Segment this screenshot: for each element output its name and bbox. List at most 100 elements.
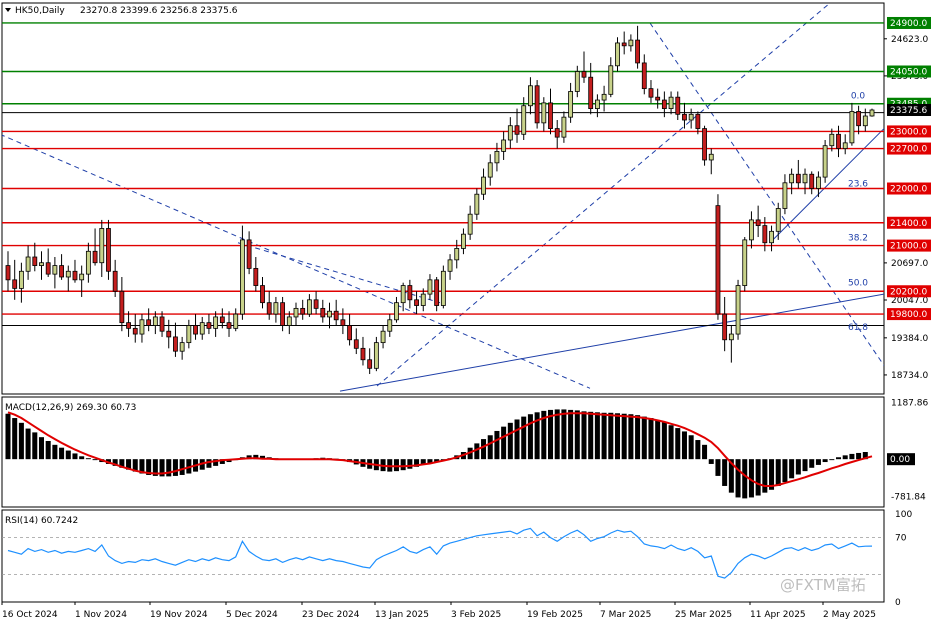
- candle-body: [106, 228, 111, 272]
- candle-body: [112, 270, 118, 292]
- candle-body: [199, 322, 205, 335]
- candle-body: [146, 319, 152, 326]
- macd-bar: [635, 415, 641, 460]
- candle-body: [99, 228, 105, 264]
- candle-body: [414, 299, 419, 306]
- candle-body: [648, 88, 654, 98]
- candle-body: [849, 111, 855, 144]
- level-badge-label: 21000.0: [890, 242, 927, 252]
- date-tick-label: 19 Feb 2025: [527, 610, 583, 620]
- candle-body: [25, 256, 31, 272]
- candle-body: [253, 268, 259, 286]
- candle-body: [507, 125, 513, 141]
- candle-body: [427, 279, 433, 295]
- candle-body: [534, 85, 540, 124]
- macd-bar: [45, 441, 51, 460]
- candle-body: [45, 262, 51, 275]
- candle[interactable]: [869, 108, 875, 117]
- candle-body: [233, 313, 239, 329]
- macd-bar: [815, 459, 821, 465]
- candle-body: [735, 285, 741, 335]
- candle-body: [789, 173, 795, 184]
- macd-bar: [561, 409, 567, 460]
- macd-bar: [702, 444, 708, 460]
- candle-body: [166, 330, 172, 338]
- candle-body: [18, 270, 24, 289]
- macd-bar: [614, 413, 620, 460]
- date-tick-label: 13 Jan 2025: [375, 610, 429, 620]
- candle[interactable]: [106, 219, 111, 280]
- candle-body: [306, 299, 312, 315]
- candle-body: [668, 96, 674, 109]
- macd-bar: [514, 419, 520, 460]
- candle-body: [641, 62, 647, 90]
- candle-body: [313, 299, 319, 309]
- symbol-label: HK50,Daily: [15, 6, 65, 16]
- candle-body: [92, 250, 98, 264]
- candle-body: [340, 319, 346, 326]
- candle-body: [615, 42, 620, 67]
- macd-bar: [722, 459, 728, 486]
- candle-body: [467, 213, 473, 235]
- candle-body: [588, 76, 594, 109]
- macd-bar: [621, 413, 627, 460]
- macd-bar: [688, 435, 694, 460]
- candle[interactable]: [715, 194, 721, 320]
- candle-body: [628, 39, 634, 47]
- candle-body: [608, 65, 614, 95]
- candle-body: [260, 285, 265, 304]
- level-badge-label: 22700.0: [890, 145, 927, 155]
- rsi-tick-label: 0: [895, 598, 901, 608]
- candle-body: [702, 128, 707, 161]
- fxtm-watermark: @FXTM富拓: [780, 576, 866, 594]
- macd-bar: [608, 412, 614, 460]
- date-tick-label: 3 Feb 2025: [451, 610, 501, 620]
- macd-bar: [32, 432, 38, 460]
- candle-body: [454, 248, 460, 261]
- candle-body: [353, 339, 359, 349]
- macd-bar: [594, 412, 600, 460]
- macd-bar: [675, 428, 681, 460]
- candle-body: [206, 322, 212, 329]
- macd-bar: [755, 459, 761, 496]
- current-price-label: 23375.6: [890, 106, 927, 116]
- macd-value-label: 0.00: [890, 455, 910, 465]
- candle-body: [327, 310, 332, 318]
- candle-body: [159, 316, 165, 332]
- macd-bar: [72, 453, 78, 460]
- candle-body: [762, 225, 768, 244]
- macd-bar: [842, 455, 848, 460]
- macd-bar: [554, 409, 560, 460]
- candle[interactable]: [735, 279, 741, 340]
- candle-body: [481, 176, 486, 195]
- candle[interactable]: [822, 139, 828, 183]
- trading-chart[interactable]: 0.023.638.250.061.824623.023973.020697.0…: [0, 0, 936, 624]
- candle-body: [52, 265, 58, 275]
- fib-label: 0.0: [851, 92, 866, 102]
- candle-body: [775, 208, 781, 232]
- candle-body: [541, 102, 547, 124]
- candle[interactable]: [240, 225, 245, 320]
- candle-body: [85, 250, 91, 275]
- candle-body: [501, 139, 507, 152]
- candle-body: [193, 325, 198, 335]
- macd-bar: [655, 419, 661, 460]
- level-badge-label: 20200.0: [890, 287, 927, 297]
- candle[interactable]: [742, 237, 748, 292]
- candle-body: [869, 109, 875, 117]
- candle-body: [394, 302, 399, 321]
- fib-label: 61.8: [848, 323, 868, 333]
- candle-body: [420, 293, 426, 306]
- candle[interactable]: [702, 125, 707, 166]
- macd-bar: [507, 422, 513, 460]
- macd-tick-label: -781.84: [891, 493, 926, 503]
- candle-body: [367, 359, 373, 369]
- candle-body: [79, 273, 85, 281]
- candle[interactable]: [534, 80, 540, 129]
- level-badge-label: 22000.0: [890, 185, 927, 195]
- macd-bar: [85, 458, 91, 460]
- candle-body: [655, 96, 661, 101]
- candle-body: [722, 313, 728, 341]
- candle[interactable]: [440, 265, 446, 309]
- candle-body: [769, 230, 774, 244]
